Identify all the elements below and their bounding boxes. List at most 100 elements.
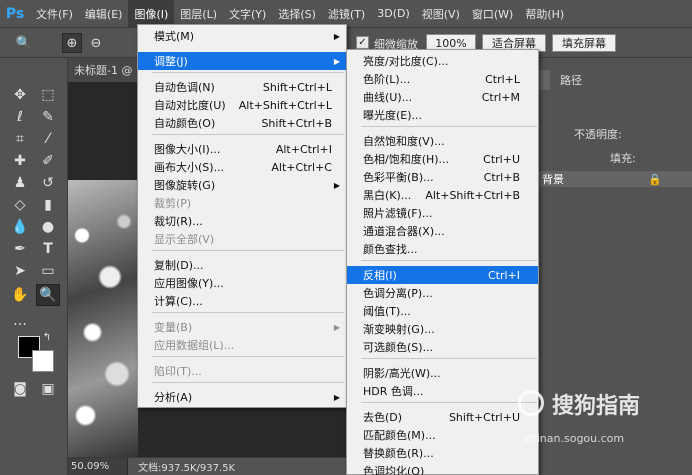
image-menu-item[interactable]: 分析(A) ▶ (138, 388, 346, 406)
healing-brush-icon[interactable]: ✚ (8, 150, 32, 172)
brush-tool-icon[interactable]: ✐ (36, 150, 60, 172)
menu-window[interactable]: 窗口(W) (466, 0, 519, 28)
menu-item-label: 可选颜色(S)... (363, 341, 434, 354)
menu-item-label: 应用数据组(L)... (154, 339, 235, 352)
tab-layers-partial[interactable] (538, 70, 550, 90)
adjust-menu-item[interactable]: 反相(I) Ctrl+I (347, 266, 538, 284)
image-menu-item[interactable]: 调整(J) ▶ (138, 52, 346, 70)
gradient-tool-icon[interactable]: ▮ (36, 194, 60, 216)
move-tool-icon[interactable]: ✥ (8, 84, 32, 106)
menu-separator (361, 260, 537, 261)
menu-item-label: 曝光度(E)... (363, 109, 423, 122)
swap-colors-icon[interactable]: ↰ (40, 330, 54, 344)
menu-view[interactable]: 视图(V) (416, 0, 466, 28)
adjust-menu-item[interactable]: 可选颜色(S)... (347, 338, 538, 356)
menu-item-shortcut: Shift+Ctrl+L (262, 80, 332, 94)
more-tools-icon[interactable]: … (8, 310, 32, 332)
adjust-menu-item[interactable]: 阈值(T)... (347, 302, 538, 320)
menu-separator (361, 358, 537, 359)
adjust-menu-item[interactable]: 曲线(U)... Ctrl+M (347, 88, 538, 106)
document-tab[interactable]: 未标题-1 @ (68, 58, 138, 82)
menu-item-label: 裁切(R)... (154, 215, 203, 228)
menu-3d[interactable]: 3D(D) (371, 0, 416, 28)
adjust-menu-item[interactable]: 色阶(L)... Ctrl+L (347, 70, 538, 88)
dodge-tool-icon[interactable]: ● (36, 216, 60, 238)
rectangle-tool-icon[interactable]: ▭ (36, 260, 60, 282)
image-menu-item[interactable]: 复制(D)... (138, 256, 346, 274)
image-menu-item[interactable]: 图像旋转(G) ▶ (138, 176, 346, 194)
crop-tool-icon[interactable]: ⌗ (8, 128, 32, 150)
adjust-menu-item[interactable]: 自然饱和度(V)... (347, 132, 538, 150)
image-menu-item[interactable]: 模式(M) ▶ (138, 27, 346, 45)
menu-item-label: 通道混合器(X)... (363, 225, 445, 238)
adjust-menu-item[interactable]: 颜色查找... (347, 240, 538, 258)
adjust-menu-item[interactable]: 通道混合器(X)... (347, 222, 538, 240)
menu-help[interactable]: 帮助(H) (519, 0, 570, 28)
background-color-swatch[interactable] (32, 350, 54, 372)
blur-tool-icon[interactable]: 💧 (8, 216, 32, 238)
image-menu-item[interactable]: 自动对比度(U) Alt+Shift+Ctrl+L (138, 96, 346, 114)
menu-item-label: 变量(B) (154, 321, 193, 334)
eyedropper-tool-icon[interactable]: ⁄ (36, 128, 60, 150)
path-select-icon[interactable]: ➤ (8, 260, 32, 282)
menu-file[interactable]: 文件(F) (30, 0, 79, 28)
adjust-menu-item[interactable]: 色调分离(P)... (347, 284, 538, 302)
image-menu-item: 应用数据组(L)... (138, 336, 346, 354)
history-brush-icon[interactable]: ↺ (36, 172, 60, 194)
adjust-menu-item[interactable]: 亮度/对比度(C)... (347, 52, 538, 70)
type-tool-icon[interactable]: T (36, 238, 60, 260)
hand-tool-icon[interactable]: ✋ (8, 284, 32, 306)
zoom-level-field[interactable]: 50.09% (68, 457, 128, 475)
image-menu-item[interactable]: 裁切(R)... (138, 212, 346, 230)
adjust-menu-item[interactable]: 照片滤镜(F)... (347, 204, 538, 222)
zoom-tool-preset-icon[interactable]: 🔍 (14, 33, 34, 53)
photoshop-logo: Ps (5, 5, 25, 22)
quick-select-tool-icon[interactable]: ✎ (36, 106, 60, 128)
zoom-out-icon[interactable]: ⊖ (86, 33, 106, 53)
submenu-arrow-icon: ▶ (333, 322, 340, 332)
adjust-menu-item[interactable]: 色相/饱和度(H)... Ctrl+U (347, 150, 538, 168)
menu-edit[interactable]: 编辑(E) (79, 0, 129, 28)
fill-label: 填充: (610, 152, 636, 165)
adjust-menu-item[interactable]: 色调均化(Q) (347, 462, 538, 475)
menu-item-label: 自动颜色(O) (154, 117, 216, 130)
adjust-menu-item[interactable]: 黑白(K)... Alt+Shift+Ctrl+B (347, 186, 538, 204)
adjust-menu-item[interactable]: 曝光度(E)... (347, 106, 538, 124)
image-menu-item[interactable]: 自动颜色(O) Shift+Ctrl+B (138, 114, 346, 132)
fine-zoom-checkbox[interactable]: ✓ (356, 36, 369, 49)
pen-tool-icon[interactable]: ✒ (8, 238, 32, 260)
document-image[interactable] (68, 180, 138, 457)
watermark-text: 搜狗指南 (552, 394, 641, 419)
image-menu-item[interactable]: 应用图像(Y)... (138, 274, 346, 292)
layer-row-background[interactable]: 背景 🔒 (538, 171, 692, 187)
lasso-tool-icon[interactable]: ℓ (8, 106, 32, 128)
tab-paths[interactable]: 路径 (554, 70, 588, 90)
marquee-tool-icon[interactable]: ⬚ (36, 84, 60, 106)
adjust-menu-item[interactable]: 替换颜色(R)... (347, 444, 538, 462)
image-menu-item[interactable]: 图像大小(I)... Alt+Ctrl+I (138, 140, 346, 158)
image-menu-item[interactable]: 计算(C)... (138, 292, 346, 310)
menu-separator (361, 126, 537, 127)
quick-mask-icon[interactable]: ◙ (8, 378, 32, 400)
stamp-tool-icon[interactable]: ♟ (8, 172, 32, 194)
menu-separator (152, 134, 344, 135)
eraser-tool-icon[interactable]: ◇ (8, 194, 32, 216)
menu-item-label: 反相(I) (363, 269, 397, 282)
menu-item-label: 图像大小(I)... (154, 143, 221, 156)
adjust-menu-item[interactable]: 去色(D) Shift+Ctrl+U (347, 408, 538, 426)
menu-item-label: 曲线(U)... (363, 91, 413, 104)
adjust-menu-item[interactable]: 渐变映射(G)... (347, 320, 538, 338)
menu-item-shortcut: Ctrl+B (483, 170, 520, 184)
zoom-in-icon[interactable]: ⊕ (62, 33, 82, 53)
menu-item-label: 陷印(T)... (154, 365, 202, 378)
adjust-menu-item[interactable]: HDR 色调... (347, 382, 538, 400)
zoom-tool-icon[interactable]: 🔍 (36, 284, 60, 306)
adjust-menu-item[interactable]: 色彩平衡(B)... Ctrl+B (347, 168, 538, 186)
image-menu-item[interactable]: 自动色调(N) Shift+Ctrl+L (138, 78, 346, 96)
screen-mode-icon[interactable]: ▣ (36, 378, 60, 400)
adjust-menu-item[interactable]: 匹配颜色(M)... (347, 426, 538, 444)
adjust-menu-item[interactable]: 阴影/高光(W)... (347, 364, 538, 382)
menu-item-label: 复制(D)... (154, 259, 204, 272)
image-menu-item[interactable]: 画布大小(S)... Alt+Ctrl+C (138, 158, 346, 176)
fill-screen-button[interactable]: 填充屏幕 (552, 34, 616, 52)
